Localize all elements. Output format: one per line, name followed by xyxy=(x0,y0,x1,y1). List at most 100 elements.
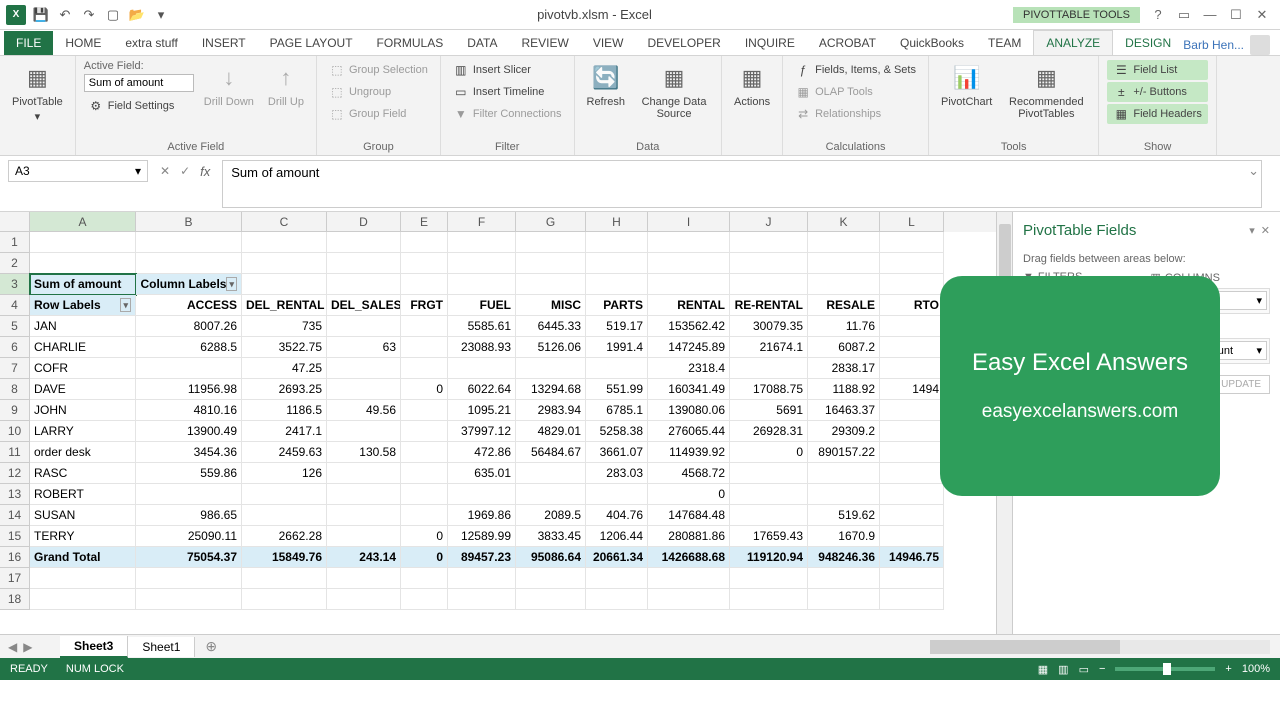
cell[interactable]: 89457.23 xyxy=(448,547,516,568)
cell[interactable]: 3522.75 xyxy=(242,337,327,358)
cell[interactable]: 2662.28 xyxy=(242,526,327,547)
dropdown-icon[interactable]: ▾ xyxy=(1256,294,1262,307)
cell[interactable] xyxy=(516,358,586,379)
cell[interactable] xyxy=(516,589,586,610)
cell[interactable]: COFR xyxy=(30,358,136,379)
cell[interactable]: 1188.92 xyxy=(808,379,880,400)
redo-icon[interactable]: ↷ xyxy=(80,6,98,24)
cell[interactable] xyxy=(516,568,586,589)
cell[interactable]: 2089.5 xyxy=(516,505,586,526)
cell[interactable] xyxy=(30,589,136,610)
cell[interactable]: 147245.89 xyxy=(648,337,730,358)
cell[interactable] xyxy=(136,358,242,379)
cell[interactable]: 551.99 xyxy=(586,379,648,400)
cell[interactable]: 2693.25 xyxy=(242,379,327,400)
column-header[interactable]: C xyxy=(242,212,327,232)
cell[interactable] xyxy=(401,484,448,505)
cell[interactable] xyxy=(327,274,401,295)
cell[interactable] xyxy=(327,253,401,274)
cell[interactable]: Grand Total xyxy=(30,547,136,568)
row-header[interactable]: 18 xyxy=(0,589,30,610)
cell[interactable]: 17088.75 xyxy=(730,379,808,400)
cell[interactable]: 12589.99 xyxy=(448,526,516,547)
cell[interactable] xyxy=(327,232,401,253)
refresh-button[interactable]: 🔄Refresh xyxy=(583,60,630,110)
ribbon-options-icon[interactable]: ▭ xyxy=(1176,7,1192,23)
zoom-level[interactable]: 100% xyxy=(1242,663,1270,675)
save-icon[interactable]: 💾 xyxy=(32,6,50,24)
cell[interactable]: 147684.48 xyxy=(648,505,730,526)
row-header[interactable]: 5 xyxy=(0,316,30,337)
cell[interactable] xyxy=(880,442,944,463)
cell[interactable]: 25090.11 xyxy=(136,526,242,547)
pm-buttons-button[interactable]: ±+/- Buttons xyxy=(1107,82,1207,102)
cell[interactable]: 6445.33 xyxy=(516,316,586,337)
cell[interactable]: 30079.35 xyxy=(730,316,808,337)
cell[interactable]: Column Labels ▾ xyxy=(136,274,242,295)
cell[interactable]: 0 xyxy=(401,547,448,568)
cell[interactable] xyxy=(401,421,448,442)
cell[interactable]: MISC xyxy=(516,295,586,316)
cell[interactable]: 130.58 xyxy=(327,442,401,463)
cell[interactable]: Row Labels ▾ xyxy=(30,295,136,316)
tab-acrobat[interactable]: ACROBAT xyxy=(807,31,888,55)
cell[interactable] xyxy=(880,505,944,526)
dropdown-icon[interactable]: ▾ xyxy=(135,164,141,178)
pivotchart-button[interactable]: 📊PivotChart xyxy=(937,60,996,110)
tab-quickbooks[interactable]: QuickBooks xyxy=(888,31,976,55)
cell[interactable]: LARRY xyxy=(30,421,136,442)
tab-file[interactable]: FILE xyxy=(4,31,53,55)
cell[interactable] xyxy=(648,589,730,610)
cell[interactable]: 5126.06 xyxy=(516,337,586,358)
cell[interactable]: JAN xyxy=(30,316,136,337)
field-list-button[interactable]: ☰Field List xyxy=(1107,60,1207,80)
cell[interactable]: 4810.16 xyxy=(136,400,242,421)
cell[interactable] xyxy=(880,589,944,610)
change-data-source-button[interactable]: ▦Change Data Source xyxy=(635,60,713,122)
cell[interactable] xyxy=(586,358,648,379)
row-header[interactable]: 3 xyxy=(0,274,30,295)
cell[interactable] xyxy=(648,274,730,295)
cell[interactable]: 47.25 xyxy=(242,358,327,379)
cell[interactable]: 2983.94 xyxy=(516,400,586,421)
cell[interactable]: 948246.36 xyxy=(808,547,880,568)
cell[interactable] xyxy=(401,505,448,526)
cell[interactable] xyxy=(401,358,448,379)
cell[interactable] xyxy=(586,253,648,274)
cell[interactable] xyxy=(516,274,586,295)
cell[interactable] xyxy=(327,379,401,400)
cell[interactable]: 3454.36 xyxy=(136,442,242,463)
cell[interactable] xyxy=(730,568,808,589)
insert-slicer-button[interactable]: ▥Insert Slicer xyxy=(449,60,566,80)
cell[interactable]: 160341.49 xyxy=(648,379,730,400)
scrollbar-thumb[interactable] xyxy=(930,640,1120,654)
cell[interactable]: 29309.2 xyxy=(808,421,880,442)
cell[interactable] xyxy=(648,253,730,274)
cell[interactable]: 1969.86 xyxy=(448,505,516,526)
cell[interactable] xyxy=(401,337,448,358)
cell[interactable]: 49.56 xyxy=(327,400,401,421)
cell[interactable]: 23088.93 xyxy=(448,337,516,358)
cell[interactable] xyxy=(730,232,808,253)
cell[interactable]: JOHN xyxy=(30,400,136,421)
prev-icon[interactable]: ◀ xyxy=(8,640,17,654)
slider-thumb[interactable] xyxy=(1163,663,1171,675)
cell[interactable]: 472.86 xyxy=(448,442,516,463)
cell[interactable] xyxy=(448,484,516,505)
cell[interactable]: FUEL xyxy=(448,295,516,316)
cell[interactable]: 1426688.68 xyxy=(648,547,730,568)
cell[interactable]: 519.62 xyxy=(808,505,880,526)
cell[interactable] xyxy=(401,589,448,610)
zoom-slider[interactable] xyxy=(1115,667,1215,671)
cell[interactable]: 139080.06 xyxy=(648,400,730,421)
tab-view[interactable]: VIEW xyxy=(581,31,636,55)
cell[interactable]: 17659.43 xyxy=(730,526,808,547)
next-icon[interactable]: ▶ xyxy=(23,640,32,654)
cell[interactable]: TERRY xyxy=(30,526,136,547)
cell[interactable]: 0 xyxy=(401,379,448,400)
cell[interactable] xyxy=(808,232,880,253)
column-header[interactable]: G xyxy=(516,212,586,232)
tab-home[interactable]: HOME xyxy=(53,31,113,55)
gear-icon[interactable]: ▾ xyxy=(1249,224,1255,237)
cell[interactable]: 11956.98 xyxy=(136,379,242,400)
